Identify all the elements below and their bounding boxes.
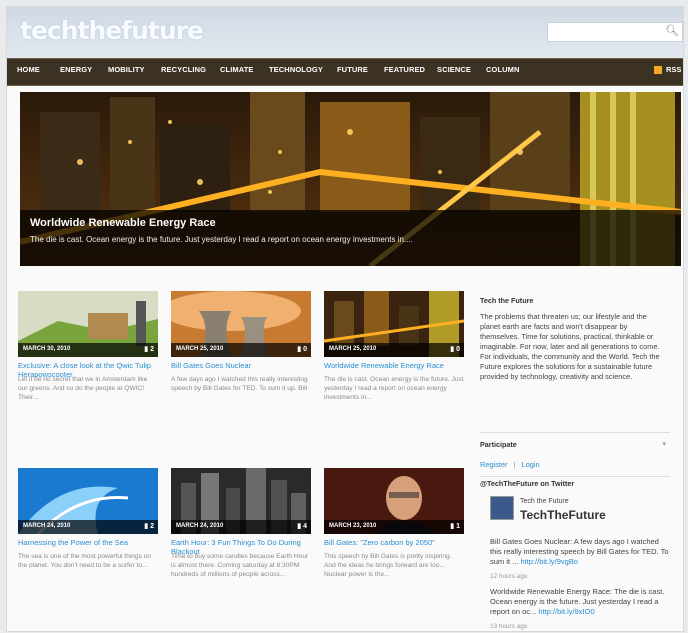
post-card: MARCH 25, 2010 ▮ 0 Worldwide Renewable En… [324, 291, 464, 431]
comment-count[interactable]: ▮ 4 [297, 522, 307, 530]
search-icon[interactable]: 🔍︎ [665, 24, 679, 37]
post-date: MARCH 25, 2010 [176, 346, 224, 352]
site-header: techthefuture 🔍︎ [7, 7, 683, 58]
nav-item-future[interactable]: FUTURE [337, 65, 368, 74]
hero-title[interactable]: Worldwide Renewable Energy Race [30, 217, 216, 229]
divider [480, 432, 670, 433]
main-nav: HOME ENERGY MOBILITY RECYCLING CLIMATE T… [7, 58, 683, 86]
about-text: The problems that threaten us; our lifes… [480, 312, 660, 381]
tweet-link[interactable]: http://bit.ly/9vgBo [520, 557, 578, 566]
twitter-account-label: Tech the Future [520, 498, 569, 505]
post-card: MARCH 30, 2010 ▮ 2 Exclusive: A close loo… [18, 291, 158, 431]
register-link[interactable]: Register [480, 460, 508, 469]
login-link[interactable]: Login [522, 460, 540, 469]
post-date: MARCH 24, 2010 [23, 523, 71, 529]
post-card: MARCH 23, 2010 ▮ 1 Bill Gates: "Zero carb… [324, 468, 464, 618]
rss-icon[interactable] [654, 66, 665, 77]
divider [480, 476, 670, 477]
comment-count[interactable]: ▮ 0 [297, 345, 307, 353]
post-date: MARCH 25, 2010 [329, 346, 377, 352]
post-thumbnail[interactable]: MARCH 24, 2010 ▮ 2 [18, 468, 158, 534]
nav-item-technology[interactable]: TECHNOLOGY [269, 65, 323, 74]
site-logo[interactable]: techthefuture [20, 16, 204, 45]
rss-link[interactable]: RSS [666, 65, 681, 74]
hero-caption: Worldwide Renewable Energy Race The die … [20, 210, 681, 266]
post-card: MARCH 24, 2010 ▮ 2 Harnessing the Power o… [18, 468, 158, 618]
account-links: Register | Login [480, 460, 540, 469]
tweet: Worldwide Renewable Energy Race: The die… [490, 587, 672, 617]
comment-count[interactable]: ▮ 2 [144, 345, 154, 353]
post-card: MARCH 24, 2010 ▮ 4 Earth Hour: 3 Fun Thin… [171, 468, 311, 618]
twitter-account-name[interactable]: TechTheFuture [520, 508, 606, 522]
nav-item-climate[interactable]: CLIMATE [220, 65, 253, 74]
post-date: MARCH 23, 2010 [329, 523, 377, 529]
post-excerpt: Time to buy some candles because Earth H… [171, 553, 309, 578]
tweet: Bill Gates Goes Nuclear: A few days ago … [490, 537, 672, 567]
chevron-down-icon[interactable]: ▾ [662, 440, 666, 448]
post-title[interactable]: Worldwide Renewable Energy Race [324, 361, 464, 370]
post-title[interactable]: Bill Gates: "Zero carbon by 2050" [324, 538, 464, 547]
tweet-time: 12 hours ago [490, 573, 528, 580]
post-title[interactable]: Bill Gates Goes Nuclear [171, 361, 311, 370]
post-excerpt: A few days ago I watched this really int… [171, 376, 308, 392]
post-title[interactable]: Harnessing the Power of the Sea [18, 538, 158, 547]
twitter-title: @TechTheFuture on Twitter [480, 479, 575, 488]
post-date: MARCH 30, 2010 [23, 346, 71, 352]
post-excerpt: The die is cast. Ocean energy is the fut… [324, 376, 464, 401]
post-thumbnail[interactable]: MARCH 23, 2010 ▮ 1 [324, 468, 464, 534]
nav-item-energy[interactable]: ENERGY [60, 65, 92, 74]
hero-excerpt: The die is cast. Ocean energy is the fut… [30, 235, 413, 244]
comment-count[interactable]: ▮ 1 [450, 522, 460, 530]
post-thumbnail[interactable]: MARCH 25, 2010 ▮ 0 [324, 291, 464, 357]
comment-count[interactable]: ▮ 2 [144, 522, 154, 530]
search-input[interactable] [548, 25, 666, 42]
nav-item-mobility[interactable]: MOBILITY [108, 65, 145, 74]
search-box[interactable]: 🔍︎ [547, 22, 683, 42]
post-thumbnail[interactable]: MARCH 24, 2010 ▮ 4 [171, 468, 311, 534]
post-card: MARCH 25, 2010 ▮ 0 Bill Gates Goes Nuclea… [171, 291, 311, 431]
post-thumbnail[interactable]: MARCH 25, 2010 ▮ 0 [171, 291, 311, 357]
nav-item-recycling[interactable]: RECYCLING [161, 65, 206, 74]
twitter-avatar[interactable] [490, 496, 514, 520]
participate-title: Participate [480, 440, 517, 449]
post-excerpt: This speech by Bill Gates is pretty insp… [324, 553, 452, 578]
about-title: Tech the Future [480, 296, 534, 305]
tweet-link[interactable]: http://bit.ly/9xIO0 [538, 607, 594, 616]
link-separator: | [513, 460, 516, 469]
nav-item-column[interactable]: COLUMN [486, 65, 520, 74]
post-thumbnail[interactable]: MARCH 30, 2010 ▮ 2 [18, 291, 158, 357]
post-date: MARCH 24, 2010 [176, 523, 224, 529]
post-excerpt: The sea is one of the most powerful thin… [18, 553, 152, 569]
nav-item-home[interactable]: HOME [17, 65, 40, 74]
tweet-time: 13 hours ago [490, 623, 528, 630]
tweet-text: Bill Gates Goes Nuclear: A few days ago … [490, 537, 669, 566]
nav-item-featured[interactable]: FEATURED [384, 65, 425, 74]
hero-slider[interactable]: Worldwide Renewable Energy Race The die … [20, 92, 681, 266]
comment-count[interactable]: ▮ 0 [450, 345, 460, 353]
page: techthefuture 🔍︎ HOME ENERGY MOBILITY RE… [6, 6, 684, 632]
post-excerpt: Let it be no secret that we in Amsterdam… [18, 376, 148, 401]
nav-item-science[interactable]: SCIENCE [437, 65, 471, 74]
